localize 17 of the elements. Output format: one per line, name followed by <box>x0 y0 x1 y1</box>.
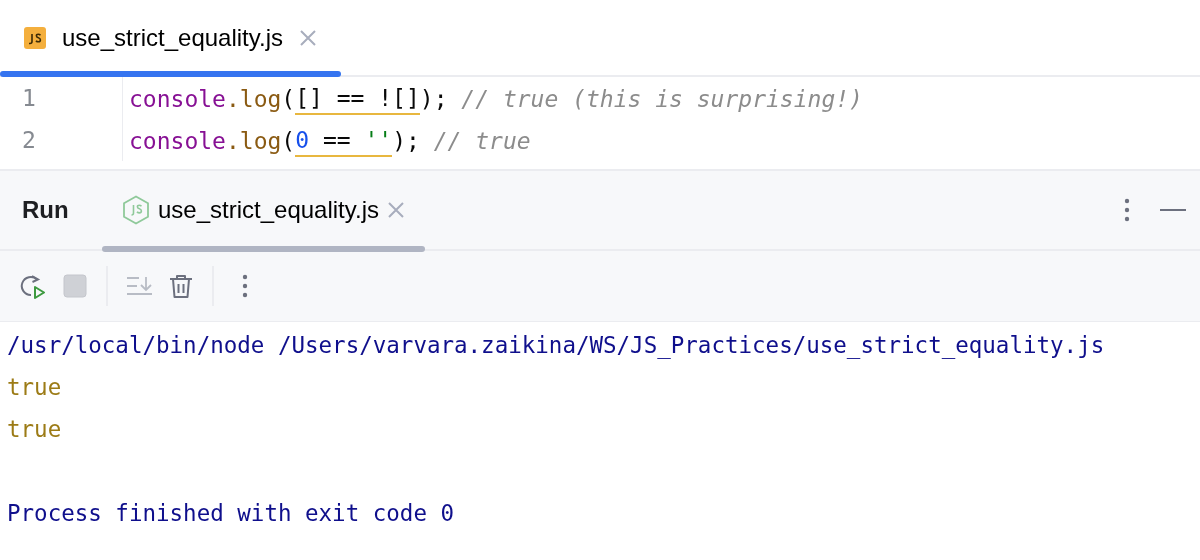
code-line: console.log([] == ![]); // true (this is surprising!) <box>123 80 863 116</box>
more-icon[interactable] <box>1124 198 1130 222</box>
node-js-icon <box>122 195 150 225</box>
rerun-icon[interactable] <box>20 273 46 299</box>
minimize-icon[interactable] <box>1160 208 1186 212</box>
line-number: 1 <box>0 77 123 119</box>
run-tab[interactable]: use_strict_equality.js <box>102 170 425 250</box>
console-line: /usr/local/bin/node /Users/varvara.zaikina/WS/JS_Practices/use_strict_equality.js <box>7 331 1106 361</box>
line-number: 2 <box>0 119 123 161</box>
code-line: console.log(0 == ''); // true <box>123 122 531 158</box>
js-file-icon <box>24 26 46 49</box>
trash-icon[interactable] <box>168 273 194 299</box>
console-line: true <box>7 415 63 444</box>
panel-title: Run <box>21 195 70 225</box>
console-line: true <box>7 373 63 402</box>
console-line: Process finished with exit code 0 <box>7 499 456 528</box>
file-tab[interactable]: use_strict_equality.js <box>0 0 341 75</box>
